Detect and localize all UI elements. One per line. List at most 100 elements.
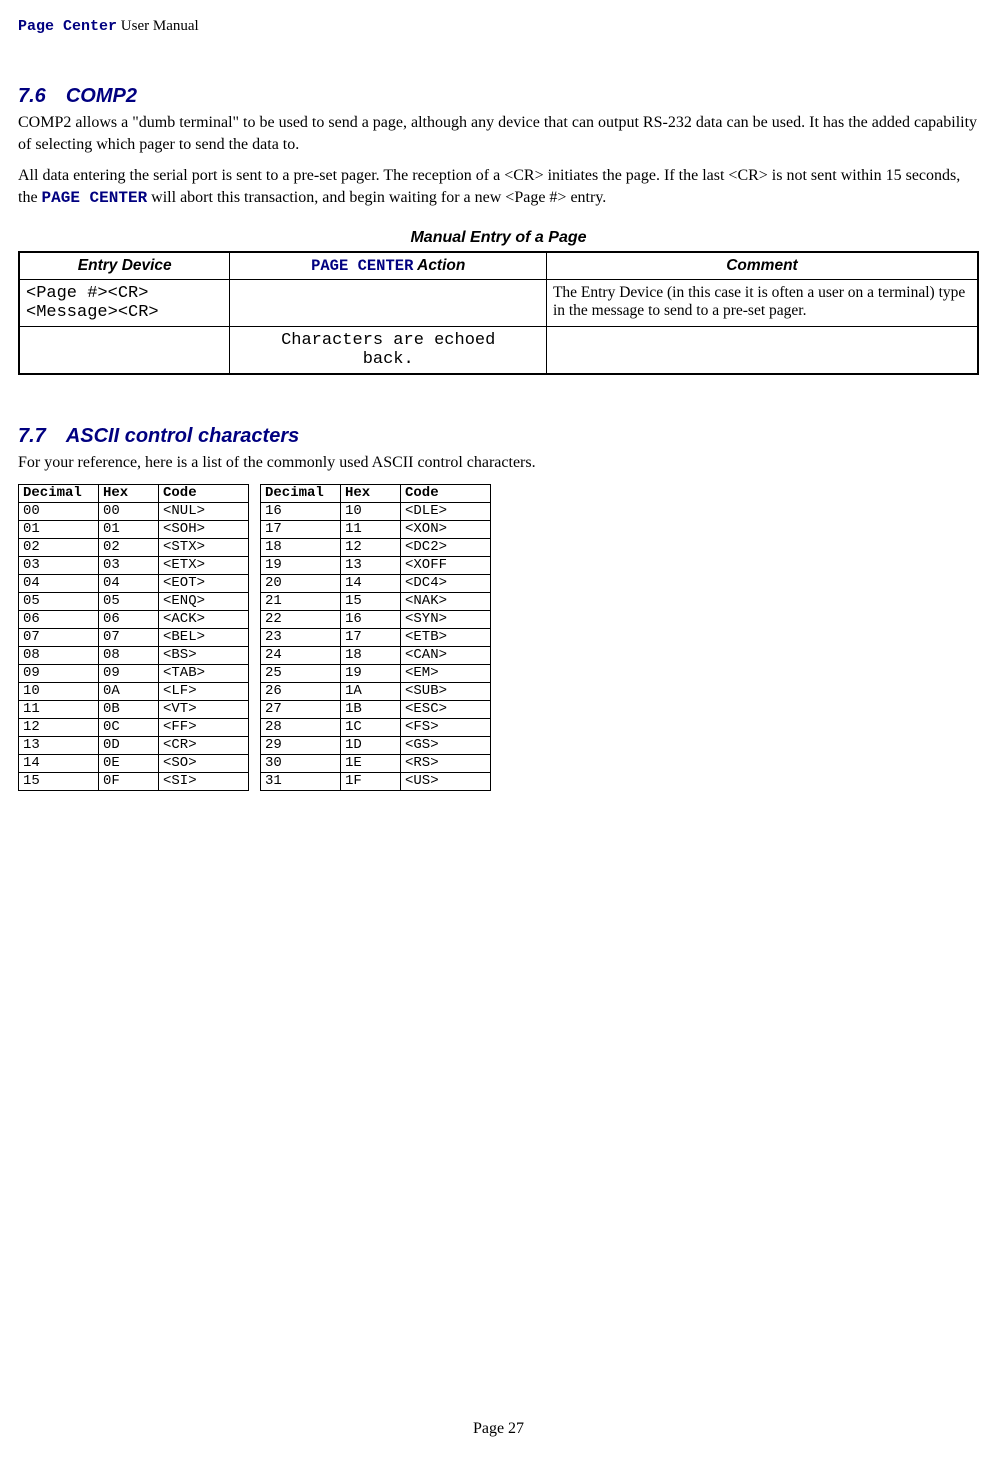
- ascii-cell: 22: [261, 610, 341, 628]
- ascii-cell: 09: [19, 664, 99, 682]
- page-footer: Page 27: [0, 1420, 997, 1438]
- ascii-cell: 31: [261, 772, 341, 790]
- section-7-6-para-2: All data entering the serial port is sen…: [18, 165, 979, 209]
- spacer: [249, 682, 261, 700]
- ascii-cell: <ESC>: [401, 700, 491, 718]
- ascii-cell: 20: [261, 574, 341, 592]
- ascii-cell: <DC2>: [401, 538, 491, 556]
- product-name: Page Center: [18, 18, 117, 35]
- ascii-cell: 1E: [341, 754, 401, 772]
- ascii-cell: 26: [261, 682, 341, 700]
- ascii-cell: <TAB>: [159, 664, 249, 682]
- action-line: back.: [236, 350, 539, 369]
- ascii-cell: <SI>: [159, 772, 249, 790]
- ascii-cell: 03: [19, 556, 99, 574]
- ascii-row: 140E<SO>301E<RS>: [19, 754, 491, 772]
- ascii-cell: <NUL>: [159, 502, 249, 520]
- col-hex: Hex: [341, 484, 401, 502]
- ascii-row: 0505<ENQ>2115<NAK>: [19, 592, 491, 610]
- ascii-cell: 18: [261, 538, 341, 556]
- spacer: [249, 772, 261, 790]
- ascii-cell: 12: [19, 718, 99, 736]
- spacer: [249, 484, 261, 502]
- ascii-cell: 15: [341, 592, 401, 610]
- ascii-cell: 1A: [341, 682, 401, 700]
- ascii-cell: 16: [261, 502, 341, 520]
- ascii-cell: 14: [341, 574, 401, 592]
- ascii-cell: 19: [341, 664, 401, 682]
- ascii-cell: 04: [19, 574, 99, 592]
- cell-action: Characters are echoed back.: [230, 327, 546, 375]
- ascii-row: 120C<FF>281C<FS>: [19, 718, 491, 736]
- ascii-cell: 09: [99, 664, 159, 682]
- header-suffix: User Manual: [117, 18, 199, 34]
- ascii-table: Decimal Hex Code Decimal Hex Code 0000<N…: [18, 484, 491, 791]
- ascii-cell: 30: [261, 754, 341, 772]
- ascii-cell: <FF>: [159, 718, 249, 736]
- col-entry-device: Entry Device: [19, 252, 230, 280]
- ascii-cell: 00: [19, 502, 99, 520]
- section-number: 7.6: [18, 85, 46, 107]
- para-text: will abort this transaction, and begin w…: [147, 189, 606, 206]
- ascii-cell: <SO>: [159, 754, 249, 772]
- ascii-cell: 17: [261, 520, 341, 538]
- col-hex: Hex: [99, 484, 159, 502]
- entry-line: <Message><CR>: [26, 303, 223, 322]
- ascii-cell: <ENQ>: [159, 592, 249, 610]
- ascii-cell: <GS>: [401, 736, 491, 754]
- ascii-cell: <US>: [401, 772, 491, 790]
- ascii-cell: 24: [261, 646, 341, 664]
- ascii-cell: <SUB>: [401, 682, 491, 700]
- ascii-cell: 0E: [99, 754, 159, 772]
- ascii-row: 110B<VT>271B<ESC>: [19, 700, 491, 718]
- ascii-cell: 0C: [99, 718, 159, 736]
- ascii-cell: 05: [19, 592, 99, 610]
- col-code: Code: [159, 484, 249, 502]
- spacer: [249, 736, 261, 754]
- ascii-cell: 12: [341, 538, 401, 556]
- ascii-cell: 23: [261, 628, 341, 646]
- section-title: COMP2: [66, 85, 137, 107]
- ascii-cell: 0D: [99, 736, 159, 754]
- ascii-row: 0707<BEL>2317<ETB>: [19, 628, 491, 646]
- ascii-cell: <VT>: [159, 700, 249, 718]
- ascii-cell: 25: [261, 664, 341, 682]
- ascii-row: 0101<SOH>1711<XON>: [19, 520, 491, 538]
- ascii-cell: <EM>: [401, 664, 491, 682]
- spacer: [249, 610, 261, 628]
- section-7-7-heading: 7.7 ASCII control characters: [18, 425, 979, 448]
- section-7-6-para-1: COMP2 allows a "dumb terminal" to be use…: [18, 112, 979, 155]
- cell-comment: [546, 327, 978, 375]
- ascii-cell: <CAN>: [401, 646, 491, 664]
- ascii-row: 0909<TAB>2519<EM>: [19, 664, 491, 682]
- ascii-cell: 15: [19, 772, 99, 790]
- spacer: [249, 700, 261, 718]
- page-header: Page Center User Manual: [18, 18, 979, 35]
- ascii-cell: <ETX>: [159, 556, 249, 574]
- spacer: [249, 556, 261, 574]
- spacer: [249, 754, 261, 772]
- section-number: 7.7: [18, 425, 46, 447]
- ascii-cell: 11: [19, 700, 99, 718]
- ascii-row: 0202<STX>1812<DC2>: [19, 538, 491, 556]
- ascii-cell: 1C: [341, 718, 401, 736]
- ascii-cell: 08: [19, 646, 99, 664]
- ascii-row: 0303<ETX>1913<XOFF: [19, 556, 491, 574]
- ascii-cell: 17: [341, 628, 401, 646]
- ascii-cell: 13: [341, 556, 401, 574]
- col-comment: Comment: [546, 252, 978, 280]
- col-code: Code: [401, 484, 491, 502]
- ascii-cell: <EOT>: [159, 574, 249, 592]
- ascii-row: 130D<CR>291D<GS>: [19, 736, 491, 754]
- ascii-cell: <DLE>: [401, 502, 491, 520]
- table-row: <Page #><CR> <Message><CR> The Entry Dev…: [19, 280, 978, 327]
- spacer: [249, 538, 261, 556]
- ascii-cell: 27: [261, 700, 341, 718]
- section-title: ASCII control characters: [66, 425, 299, 447]
- ascii-cell: <BEL>: [159, 628, 249, 646]
- entry-table-caption: Manual Entry of a Page: [18, 229, 979, 247]
- ascii-row: 0404<EOT>2014<DC4>: [19, 574, 491, 592]
- ascii-row: 100A<LF>261A<SUB>: [19, 682, 491, 700]
- ascii-cell: 10: [341, 502, 401, 520]
- spacer: [249, 574, 261, 592]
